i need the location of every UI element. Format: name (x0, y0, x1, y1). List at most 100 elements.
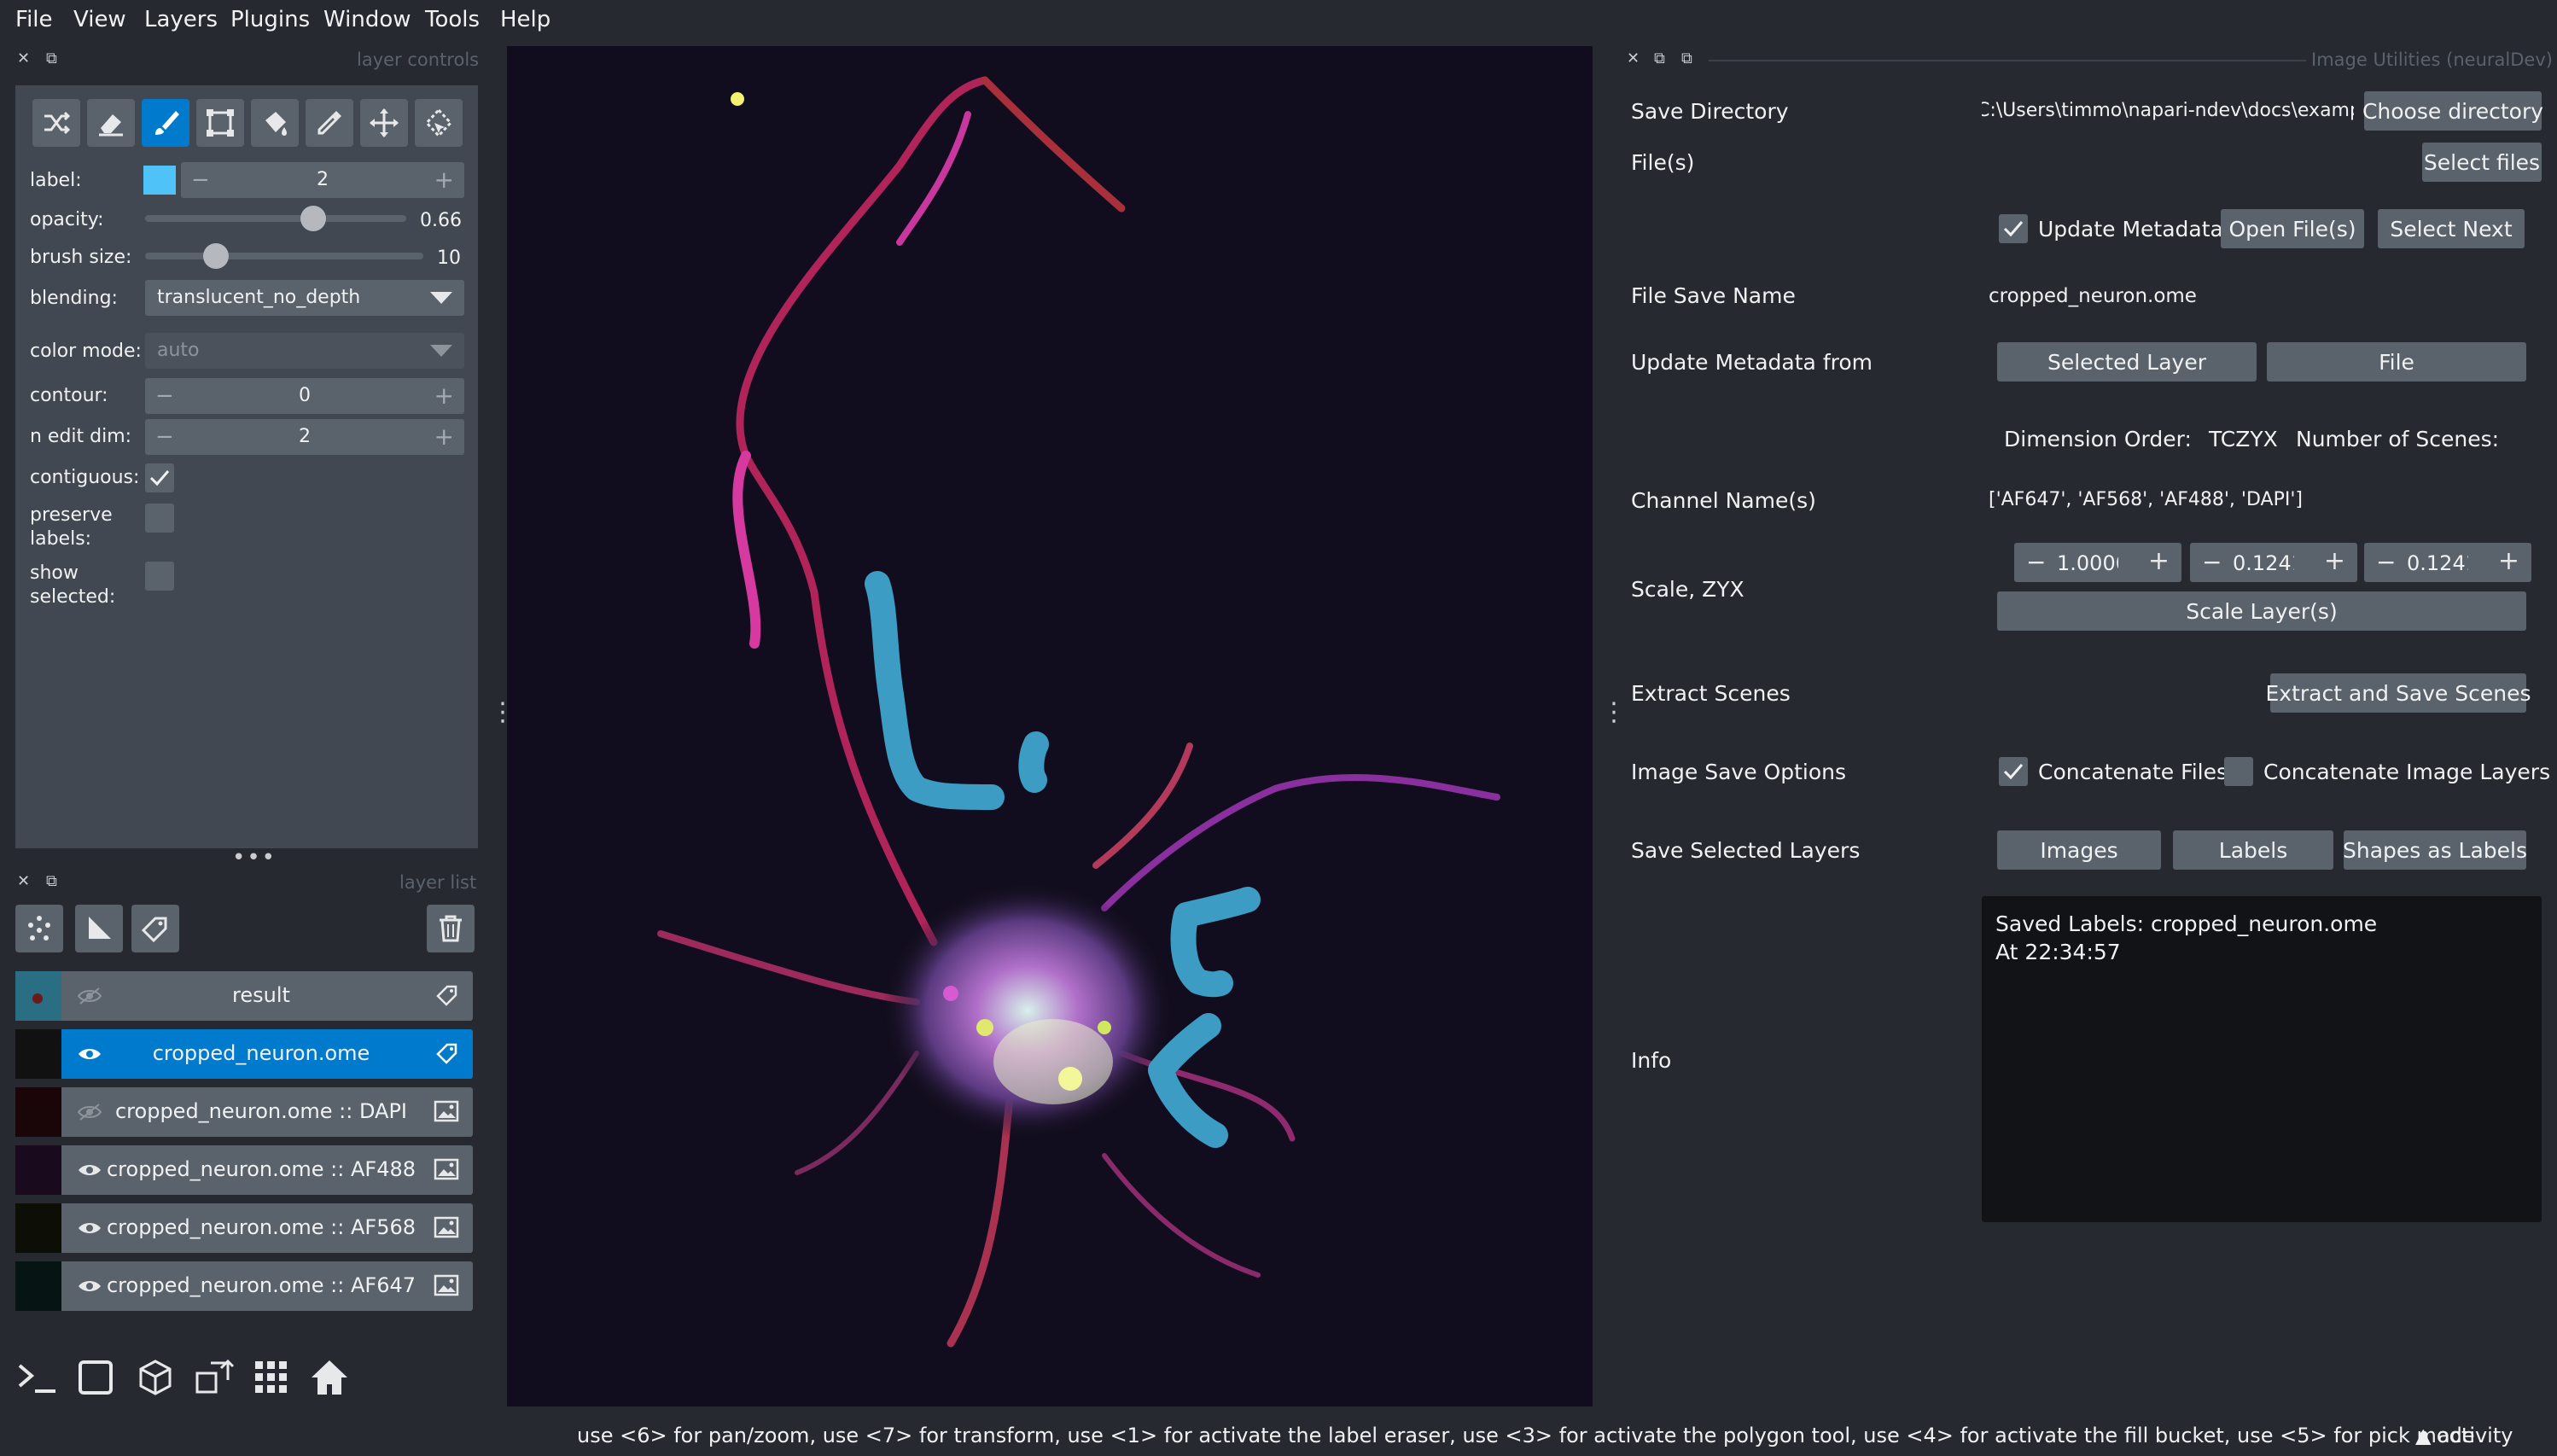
dock-float-icon[interactable]: ⧉ (46, 872, 57, 890)
layer-row-dapi[interactable]: cropped_neuron.ome :: DAPI (15, 1087, 473, 1137)
plus-icon[interactable]: + (2148, 546, 2170, 576)
layer-row-af647[interactable]: cropped_neuron.ome :: AF647 (15, 1261, 473, 1311)
layer-row-result[interactable]: result (15, 971, 473, 1021)
transform-button[interactable] (415, 99, 463, 147)
pick-color-button[interactable] (306, 99, 353, 147)
move-button[interactable] (360, 99, 408, 147)
minus-icon[interactable]: − (2202, 548, 2222, 576)
dock-close-icon[interactable]: ✕ (17, 872, 30, 890)
plus-icon[interactable]: + (434, 166, 454, 194)
shuffle-button[interactable] (32, 99, 80, 147)
splitter-handle[interactable]: ••• (232, 845, 277, 871)
minus-icon[interactable]: − (2376, 548, 2396, 576)
extract-and-save-scenes-button[interactable]: Extract and Save Scenes (2265, 673, 2531, 713)
scale-x-spinbox[interactable]: − 0.1241 + (2364, 543, 2531, 582)
dock-float-icon[interactable]: ⧉ (1654, 50, 1665, 67)
opacity-slider-handle[interactable] (300, 206, 326, 231)
new-points-layer-button[interactable] (15, 905, 63, 952)
eraser-button[interactable] (87, 99, 135, 147)
menu-help[interactable]: Help (500, 7, 550, 32)
concatenate-files-checkbox[interactable] (1999, 757, 2028, 786)
layer-thumbnail (15, 1145, 61, 1195)
files-field[interactable] (1982, 143, 2412, 182)
eye-closed-icon[interactable] (77, 985, 102, 1007)
select-files-button[interactable]: Select files (2422, 143, 2542, 182)
console-button[interactable] (12, 1352, 63, 1403)
menu-view[interactable]: View (73, 7, 126, 32)
layer-row-af568[interactable]: cropped_neuron.ome :: AF568 (15, 1203, 473, 1253)
channel-names-field[interactable]: ['AF647', 'AF568', 'AF488', 'DAPI'] (1982, 480, 2542, 520)
fill-bucket-button[interactable] (251, 99, 299, 147)
label-spinbox[interactable]: − 2 + (181, 162, 464, 198)
eye-icon[interactable] (77, 1159, 102, 1181)
extract-scenes-field[interactable] (2019, 673, 2260, 713)
brush-size-slider-handle[interactable] (203, 243, 229, 269)
scale-layers-button[interactable]: Scale Layer(s) (1997, 591, 2526, 631)
opacity-slider[interactable] (145, 215, 406, 222)
eraser-icon (99, 114, 123, 137)
new-labels-layer-button[interactable] (131, 905, 179, 952)
minus-icon[interactable]: − (2026, 548, 2046, 576)
layer-row-cropped-neuron-ome[interactable]: cropped_neuron.ome (15, 1029, 473, 1079)
save-labels-button[interactable]: Labels (2173, 830, 2333, 870)
activity-button[interactable]: activity (2438, 1424, 2513, 1447)
choose-directory-button[interactable]: Choose directory (2362, 91, 2543, 131)
selected-layer-button[interactable]: Selected Layer (1997, 342, 2257, 381)
eye-closed-icon[interactable] (77, 1101, 102, 1123)
update-metadata-checkbox[interactable] (1999, 214, 2028, 243)
scale-y-spinbox[interactable]: − 0.1241 + (2190, 543, 2357, 582)
layer-row-af488[interactable]: cropped_neuron.ome :: AF488 (15, 1145, 473, 1195)
blending-select[interactable]: translucent_no_depth (145, 280, 464, 316)
plus-icon[interactable]: + (2324, 546, 2345, 576)
neuron-image[interactable] (507, 46, 1593, 1406)
concatenate-image-layers-checkbox[interactable] (2224, 757, 2253, 786)
grid-view-button[interactable] (246, 1352, 297, 1403)
preserve-labels-checkbox[interactable] (145, 504, 174, 533)
info-text-area[interactable]: Saved Labels: cropped_neuron.ome At 22:3… (1982, 896, 2542, 1222)
save-directory-field[interactable]: C:\Users\timmo\napari-ndev\docs\examples (1982, 91, 2354, 131)
viewer-canvas[interactable] (507, 46, 1593, 1406)
ndisplay-button[interactable] (70, 1352, 121, 1403)
plus-icon[interactable]: + (434, 381, 454, 410)
contour-spinbox[interactable]: − 0 + (145, 378, 464, 414)
splitter-handle-left[interactable]: ⋮ (490, 700, 515, 725)
roll-dims-button[interactable] (130, 1352, 181, 1403)
shapes-as-labels-button[interactable]: Shapes as Labels (2343, 830, 2527, 870)
scale-z-spinbox[interactable]: − 1.0000 + (2014, 543, 2181, 582)
menu-window[interactable]: Window (323, 7, 411, 32)
label-color-swatch (143, 166, 176, 195)
save-images-button[interactable]: Images (1997, 830, 2161, 870)
dock-float-icon[interactable]: ⧉ (46, 50, 57, 67)
delete-layer-button[interactable] (427, 905, 475, 952)
splitter-handle-right[interactable]: ⋮ (1601, 700, 1627, 725)
paintbrush-button[interactable] (142, 99, 189, 147)
n-edit-dim-spinbox[interactable]: − 2 + (145, 419, 464, 455)
plus-icon[interactable]: + (2498, 546, 2519, 576)
menu-file[interactable]: File (15, 7, 53, 32)
transpose-button[interactable] (188, 1352, 239, 1403)
dock-detach-icon[interactable]: ⧉ (1681, 50, 1692, 67)
dock-close-icon[interactable]: ✕ (1627, 50, 1640, 67)
brush-size-slider[interactable] (145, 253, 423, 259)
checkmark-icon (2003, 221, 2024, 237)
show-selected-checkbox[interactable] (145, 562, 174, 591)
menu-tools[interactable]: Tools (425, 7, 480, 32)
eye-icon[interactable] (77, 1043, 102, 1065)
file-button[interactable]: File (2267, 342, 2526, 381)
plus-icon[interactable]: + (434, 422, 454, 451)
menu-layers[interactable]: Layers (144, 7, 218, 32)
color-mode-select[interactable]: auto (145, 333, 464, 369)
eye-icon[interactable] (77, 1275, 102, 1297)
contiguous-checkbox[interactable] (145, 463, 174, 492)
polygon-button[interactable] (196, 99, 244, 147)
eye-icon[interactable] (77, 1217, 102, 1239)
select-next-button[interactable]: Select Next (2378, 209, 2525, 248)
caret-up-icon[interactable]: ▲ (2415, 1424, 2431, 1447)
file-save-name-field[interactable]: cropped_neuron.ome (1982, 277, 2542, 316)
new-shapes-layer-button[interactable] (75, 905, 123, 952)
dock-close-icon[interactable]: ✕ (17, 50, 30, 67)
home-button[interactable] (304, 1352, 355, 1403)
transpose-icon (195, 1359, 235, 1394)
menu-plugins[interactable]: Plugins (230, 7, 310, 32)
open-files-button[interactable]: Open File(s) (2221, 209, 2364, 248)
